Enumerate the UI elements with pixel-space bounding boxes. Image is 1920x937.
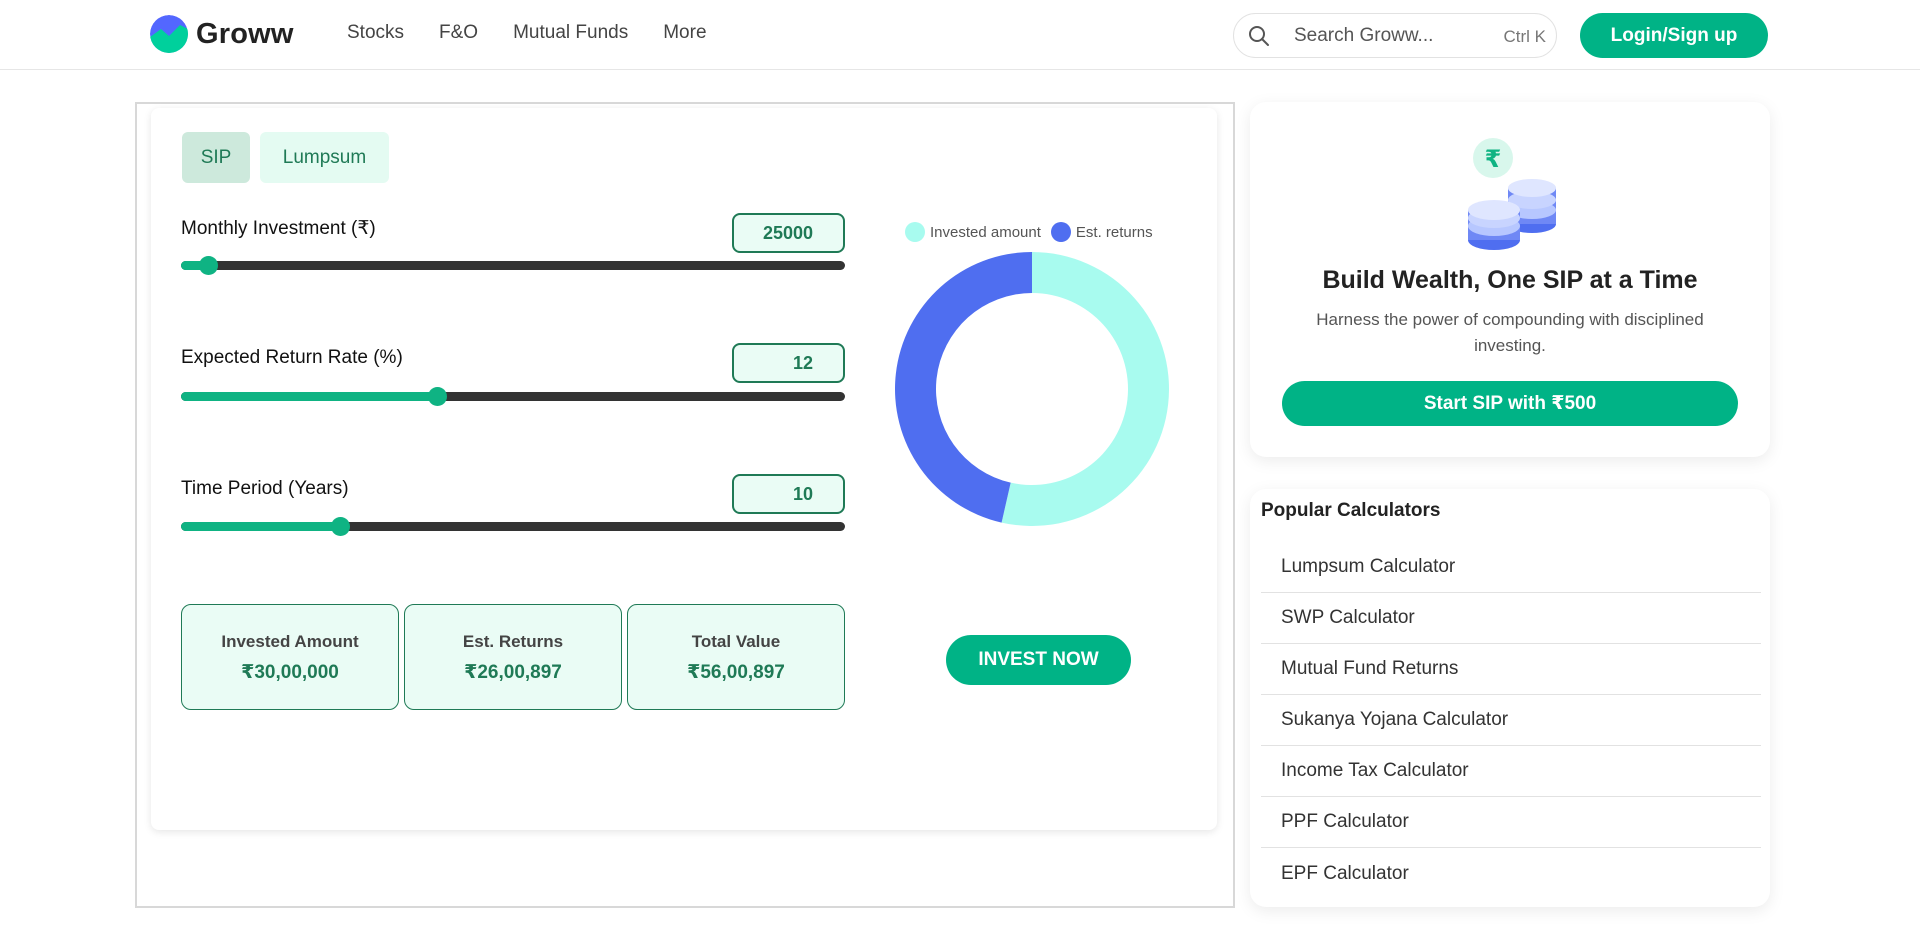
time-period-input[interactable]: 10 bbox=[732, 474, 845, 514]
legend-label-invested: Invested amount bbox=[930, 223, 1041, 241]
calc-link-swp[interactable]: SWP Calculator bbox=[1261, 593, 1761, 644]
total-value-label: Total Value bbox=[691, 632, 781, 651]
slider-thumb[interactable] bbox=[427, 387, 447, 406]
calc-link-mutual-fund-returns[interactable]: Mutual Fund Returns bbox=[1261, 644, 1761, 695]
nav-mutual-funds[interactable]: Mutual Funds bbox=[513, 22, 628, 44]
calc-link-ppf[interactable]: PPF Calculator bbox=[1261, 797, 1761, 848]
tab-lumpsum[interactable]: Lumpsum bbox=[260, 132, 389, 183]
return-rate-input[interactable]: 12 bbox=[732, 343, 845, 383]
calc-link-lumpsum[interactable]: Lumpsum Calculator bbox=[1261, 542, 1761, 593]
brand-logo[interactable]: Groww bbox=[150, 15, 294, 53]
slider-fill bbox=[181, 522, 341, 531]
legend-label-returns: Est. returns bbox=[1075, 223, 1153, 241]
rupee-symbol: ₹ bbox=[1485, 145, 1502, 173]
invest-now-button[interactable]: INVEST NOW bbox=[946, 635, 1131, 685]
est-returns-value: ₹26,00,897 bbox=[464, 662, 562, 683]
total-value-value: ₹56,00,897 bbox=[687, 662, 785, 683]
est-returns-card: Est. Returns ₹26,00,897 bbox=[404, 604, 622, 710]
return-rate-label: Expected Return Rate (%) bbox=[181, 347, 403, 368]
search-shortcut: Ctrl K bbox=[1503, 27, 1547, 46]
monthly-investment-slider[interactable] bbox=[181, 256, 845, 275]
monthly-investment-label: Monthly Investment (₹) bbox=[181, 218, 376, 239]
legend-invested: Invested amount bbox=[905, 222, 1041, 242]
main-nav: Stocks F&O Mutual Funds More bbox=[347, 22, 742, 44]
calc-link-income-tax[interactable]: Income Tax Calculator bbox=[1261, 746, 1761, 797]
invested-amount-label: Invested Amount bbox=[221, 632, 359, 651]
time-period-slider[interactable] bbox=[181, 517, 845, 536]
popular-calculators-list: Lumpsum Calculator SWP Calculator Mutual… bbox=[1261, 542, 1761, 899]
legend-returns: Est. returns bbox=[1050, 222, 1153, 242]
return-rate-slider[interactable] bbox=[181, 387, 845, 406]
total-value-card: Total Value ₹56,00,897 bbox=[627, 604, 845, 710]
nav-stocks[interactable]: Stocks bbox=[347, 22, 404, 44]
promo-title: Build Wealth, One SIP at a Time bbox=[1322, 266, 1698, 294]
tab-sip[interactable]: SIP bbox=[182, 132, 250, 183]
calc-link-sukanya-yojana[interactable]: Sukanya Yojana Calculator bbox=[1261, 695, 1761, 746]
login-signup-button[interactable]: Login/Sign up bbox=[1580, 13, 1768, 58]
search-icon bbox=[1249, 26, 1269, 46]
est-returns-label: Est. Returns bbox=[462, 632, 564, 651]
promo-subtitle: Harness the power of compounding with di… bbox=[1316, 310, 1704, 355]
monthly-investment-input[interactable]: 25000 bbox=[732, 213, 845, 253]
search-bar[interactable]: Search Groww... Ctrl K bbox=[1233, 13, 1557, 58]
slider-fill bbox=[181, 392, 437, 401]
nav-more[interactable]: More bbox=[663, 22, 706, 44]
calc-link-epf[interactable]: EPF Calculator bbox=[1261, 848, 1761, 899]
investment-donut-chart bbox=[895, 252, 1169, 526]
search-input[interactable]: Search Groww... bbox=[1294, 25, 1433, 47]
invested-amount-card: Invested Amount ₹30,00,000 bbox=[181, 604, 399, 710]
donut-slice-returns bbox=[895, 252, 1032, 523]
nav-fno[interactable]: F&O bbox=[439, 22, 478, 44]
legend-swatch bbox=[905, 222, 925, 242]
time-period-label: Time Period (Years) bbox=[181, 478, 349, 499]
slider-thumb[interactable] bbox=[198, 256, 218, 275]
legend-swatch bbox=[1050, 222, 1071, 242]
popular-calculators-title: Popular Calculators bbox=[1261, 500, 1441, 521]
start-sip-button[interactable]: Start SIP with ₹500 bbox=[1282, 381, 1738, 426]
brand-name: Groww bbox=[196, 17, 294, 50]
coins-stack-icon: ₹ bbox=[1468, 138, 1556, 250]
top-header: Groww Stocks F&O Mutual Funds More Searc… bbox=[0, 0, 1920, 70]
invested-amount-value: ₹30,00,000 bbox=[241, 662, 339, 683]
groww-logo-icon bbox=[150, 15, 188, 53]
chart-legend: Invested amount Est. returns bbox=[905, 222, 1163, 242]
